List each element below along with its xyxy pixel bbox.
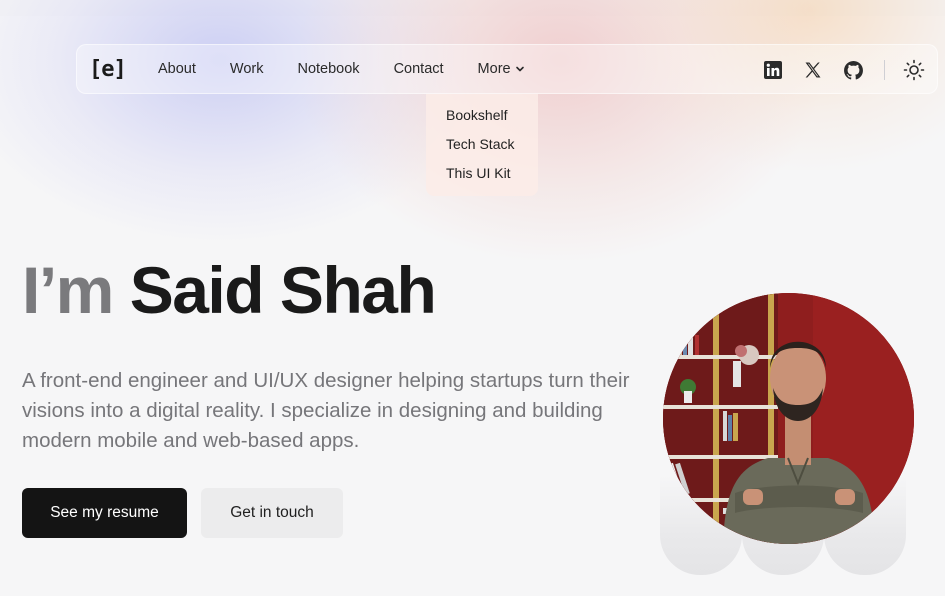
hero-name: Said Shah — [129, 253, 437, 327]
nav-links: About Work Notebook Contact More — [158, 61, 559, 77]
hero-title: I’m Said Shah — [22, 252, 437, 328]
see-resume-button[interactable]: See my resume — [22, 488, 187, 538]
x-icon[interactable] — [802, 59, 824, 81]
nav-divider — [884, 60, 885, 80]
dropdown-item-ui-kit[interactable]: This UI Kit — [446, 162, 538, 191]
chevron-down-icon — [515, 66, 524, 72]
nav-more-label: More — [477, 61, 511, 77]
nav-link-notebook[interactable]: Notebook — [297, 61, 359, 77]
dropdown-item-tech-stack[interactable]: Tech Stack — [446, 133, 538, 162]
github-icon[interactable] — [842, 59, 864, 81]
navbar: [e] About Work Notebook Contact More — [76, 44, 938, 94]
nav-link-about[interactable]: About — [158, 61, 196, 77]
profile-photo — [663, 293, 914, 544]
hero-greeting: I’m — [22, 253, 114, 327]
nav-social-icons — [744, 45, 925, 95]
get-in-touch-button[interactable]: Get in touch — [201, 488, 343, 538]
nav-link-contact[interactable]: Contact — [394, 61, 444, 77]
dropdown-item-bookshelf[interactable]: Bookshelf — [446, 104, 538, 133]
hero-description: A front-end engineer and UI/UX designer … — [22, 369, 630, 452]
more-dropdown-menu: Bookshelf Tech Stack This UI Kit — [426, 94, 538, 196]
nav-more-menu[interactable]: More — [478, 61, 525, 77]
profile-photo-area — [660, 285, 916, 581]
nav-link-work[interactable]: Work — [230, 61, 264, 77]
sun-icon[interactable] — [903, 59, 925, 81]
site-logo[interactable]: [e] — [89, 57, 147, 82]
top-strip — [0, 0, 945, 16]
linkedin-icon[interactable] — [762, 59, 784, 81]
